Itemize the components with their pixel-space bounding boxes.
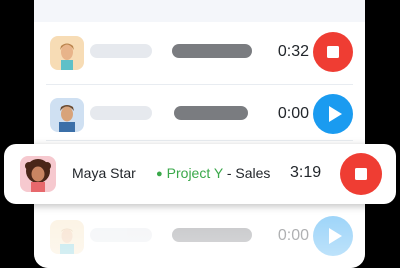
project-dot-icon: ●	[156, 168, 163, 180]
stop-button[interactable]	[313, 32, 353, 72]
stop-icon	[327, 46, 339, 58]
list-item[interactable]: 0:32	[34, 24, 365, 80]
timer-value: 0:32	[277, 43, 309, 60]
play-button[interactable]	[313, 94, 353, 134]
list-item[interactable]: 0:00	[34, 86, 365, 142]
play-icon	[328, 228, 342, 244]
active-timer-row[interactable]: Maya Star ● Project Y - Sales 3:19	[4, 144, 396, 204]
project-placeholder	[172, 228, 252, 242]
project-label: ● Project Y - Sales	[156, 165, 270, 181]
play-icon	[328, 106, 342, 122]
stop-button[interactable]	[340, 153, 382, 195]
divider	[46, 140, 353, 141]
avatar	[50, 36, 84, 70]
name-placeholder	[90, 106, 152, 120]
stop-icon	[355, 168, 367, 180]
avatar	[50, 220, 84, 254]
timer-value: 3:19	[290, 164, 322, 181]
project-name: Project Y	[166, 165, 223, 181]
user-name: Maya Star	[72, 165, 136, 181]
avatar	[20, 156, 56, 192]
list-header	[34, 0, 365, 22]
divider	[46, 84, 353, 85]
timer-value: 0:00	[277, 105, 309, 122]
timer-list-card: 0:32 0:00 0:00	[34, 0, 365, 268]
timer-value: 0:00	[277, 227, 309, 244]
play-button[interactable]	[313, 216, 353, 256]
client-name: - Sales	[226, 165, 271, 181]
project-placeholder	[172, 44, 252, 58]
avatar	[50, 98, 84, 132]
project-placeholder	[174, 106, 248, 120]
list-item[interactable]: 0:00	[34, 208, 365, 264]
name-placeholder	[90, 44, 152, 58]
name-placeholder	[90, 228, 152, 242]
